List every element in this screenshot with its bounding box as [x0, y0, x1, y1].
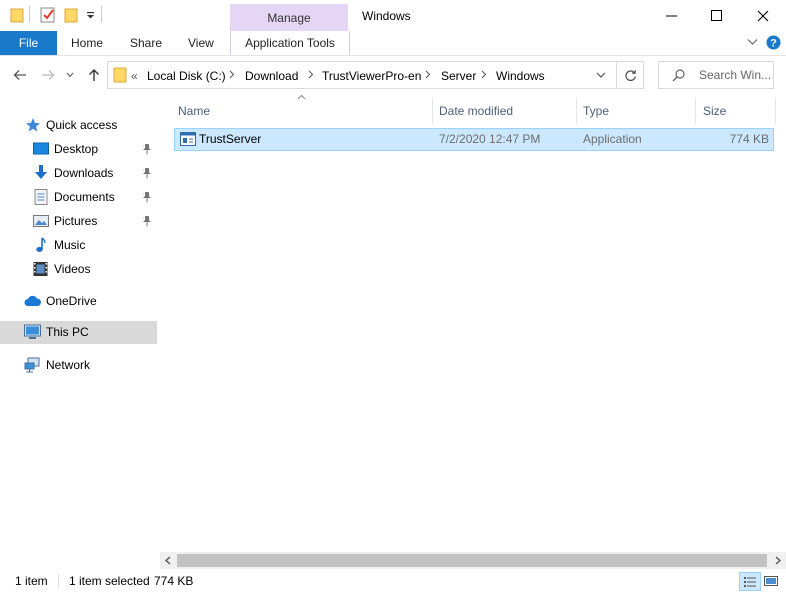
video-icon — [33, 261, 48, 277]
forward-button[interactable] — [38, 64, 58, 86]
divider — [29, 6, 30, 23]
pin-icon — [142, 191, 152, 202]
status-size: 774 KB — [154, 574, 194, 588]
download-icon — [33, 165, 49, 181]
pictures-icon — [33, 213, 49, 229]
nav-network[interactable]: Network — [0, 354, 157, 376]
nav-quick-access[interactable]: Quick access — [0, 114, 157, 136]
status-item-count: 1 item — [15, 574, 48, 588]
column-divider[interactable] — [695, 98, 696, 124]
close-button[interactable] — [740, 0, 786, 31]
nav-label: Network — [46, 358, 91, 372]
nav-label: This PC — [46, 325, 89, 339]
nav-this-pc[interactable]: This PC — [0, 321, 157, 344]
chevron-right-icon[interactable] — [481, 70, 487, 79]
search-box[interactable]: Search Win... — [658, 61, 774, 89]
expand-ribbon-icon[interactable] — [747, 38, 758, 46]
large-icons-view-button[interactable] — [761, 572, 781, 589]
recent-locations-icon[interactable] — [63, 64, 77, 86]
tab-file[interactable]: File — [0, 31, 57, 55]
nav-desktop[interactable]: Desktop — [0, 138, 157, 160]
nav-label: Downloads — [54, 166, 114, 180]
status-selected: 1 item selected — [69, 574, 150, 588]
breadcrumb-local-disk[interactable]: Local Disk (C:) — [147, 69, 226, 83]
breadcrumb-download[interactable]: Download — [245, 69, 298, 83]
nav-label: OneDrive — [46, 294, 97, 308]
pin-icon — [142, 215, 152, 226]
breadcrumb-server[interactable]: Server — [441, 69, 476, 83]
column-header-date[interactable]: Date modified — [439, 100, 576, 122]
star-icon — [25, 117, 41, 133]
breadcrumb-overflow[interactable]: « — [131, 69, 138, 83]
file-size: 774 KB — [729, 132, 769, 146]
refresh-button[interactable] — [617, 61, 644, 89]
chevron-right-icon[interactable] — [425, 70, 431, 79]
scroll-thumb[interactable] — [177, 554, 767, 567]
details-view-button[interactable] — [739, 572, 761, 591]
properties-icon[interactable] — [40, 7, 56, 23]
column-header-name[interactable]: Name — [178, 100, 432, 122]
nav-label: Videos — [54, 262, 91, 276]
nav-label: Quick access — [46, 118, 118, 132]
window-title: Windows — [362, 9, 411, 23]
new-folder-icon[interactable] — [64, 7, 78, 23]
tab-share[interactable]: Share — [130, 31, 162, 55]
desktop-icon — [33, 141, 49, 157]
scroll-right-icon[interactable] — [774, 556, 782, 565]
application-icon — [180, 132, 196, 146]
nav-label: Pictures — [54, 214, 98, 228]
divider — [58, 574, 59, 588]
tab-home[interactable]: Home — [71, 31, 103, 55]
nav-downloads[interactable]: Downloads — [0, 162, 157, 184]
nav-pictures[interactable]: Pictures — [0, 210, 157, 232]
file-name: TrustServer — [199, 132, 262, 146]
tab-application-tools[interactable]: Application Tools — [230, 31, 350, 55]
column-divider[interactable] — [775, 98, 776, 124]
nav-onedrive[interactable]: OneDrive — [0, 290, 157, 312]
tab-view[interactable]: View — [188, 31, 214, 55]
address-bar[interactable]: « Local Disk (C:) Download TrustViewerPr… — [107, 61, 617, 89]
music-icon — [35, 237, 47, 253]
file-type: Application — [583, 132, 642, 146]
nav-label: Music — [54, 238, 86, 252]
maximize-button[interactable] — [693, 0, 739, 31]
minimize-button[interactable] — [648, 0, 694, 31]
pin-icon — [142, 143, 152, 154]
nav-videos[interactable]: Videos — [0, 258, 157, 280]
file-date: 7/2/2020 12:47 PM — [439, 132, 541, 146]
customize-quick-access-icon[interactable] — [86, 11, 95, 19]
pin-icon — [142, 167, 152, 178]
ribbon-tab-bar — [0, 31, 786, 56]
nav-label: Documents — [54, 190, 115, 204]
manage-tab[interactable]: Manage — [230, 4, 348, 31]
nav-label: Desktop — [54, 142, 99, 156]
chevron-right-icon[interactable] — [229, 70, 235, 79]
chevron-right-icon[interactable] — [308, 70, 314, 79]
cloud-icon — [24, 295, 42, 307]
computer-icon — [24, 324, 41, 340]
nav-music[interactable]: Music — [0, 234, 157, 256]
document-icon — [34, 189, 48, 205]
folder-icon — [10, 7, 24, 23]
column-header-type[interactable]: Type — [583, 100, 695, 122]
file-row[interactable]: TrustServer 7/2/2020 12:47 PM Applicatio… — [174, 128, 774, 151]
tab-application-tools-label: Application Tools — [245, 36, 335, 50]
breadcrumb-windows[interactable]: Windows — [496, 69, 545, 83]
network-icon — [24, 357, 41, 373]
column-divider[interactable] — [432, 98, 433, 124]
breadcrumb-trustviewer[interactable]: TrustViewerPro-en — [322, 69, 421, 83]
nav-documents[interactable]: Documents — [0, 186, 157, 208]
folder-icon — [113, 66, 127, 83]
divider — [101, 6, 102, 23]
address-dropdown-icon[interactable] — [596, 72, 606, 79]
scroll-left-icon[interactable] — [164, 556, 172, 565]
help-icon[interactable]: ? — [766, 35, 781, 50]
back-button[interactable] — [10, 64, 30, 86]
column-divider[interactable] — [576, 98, 577, 124]
search-icon — [672, 69, 685, 82]
svg-text:?: ? — [770, 38, 777, 50]
search-placeholder: Search Win... — [699, 68, 772, 82]
column-header-size[interactable]: Size — [703, 100, 773, 122]
up-button[interactable] — [84, 64, 104, 86]
